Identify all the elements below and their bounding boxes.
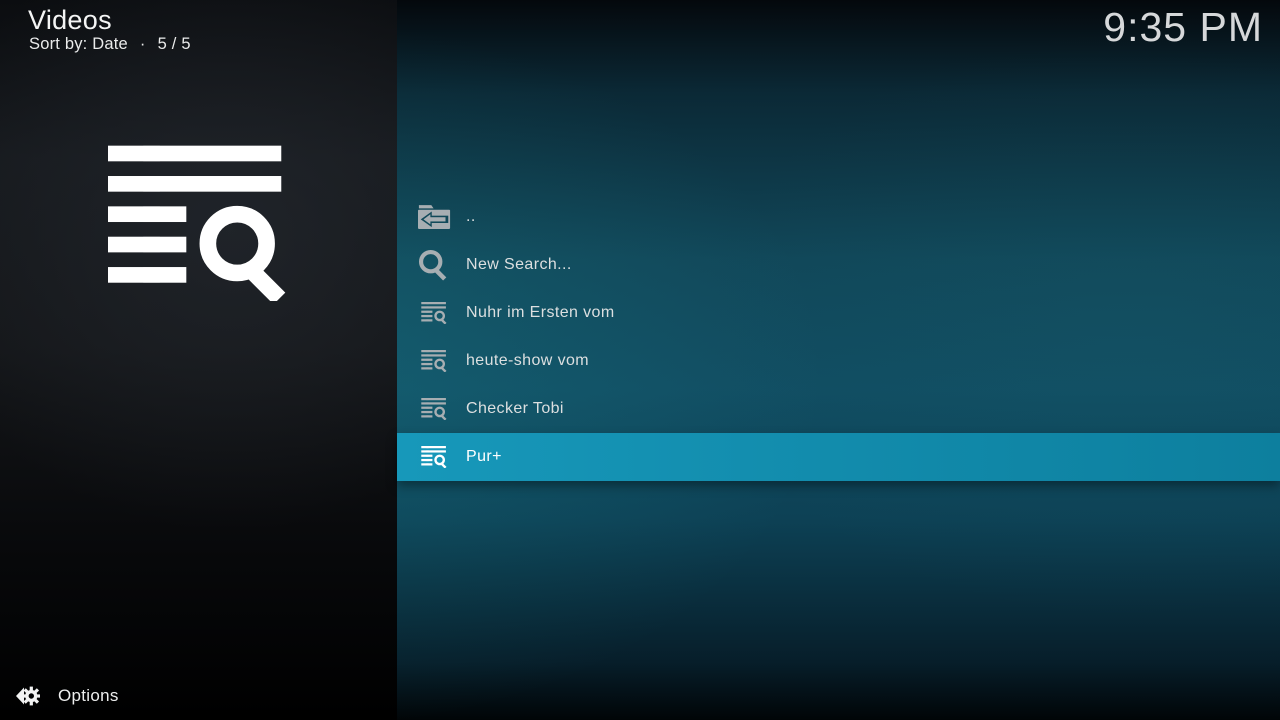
list-item-label: Nuhr im Ersten vom xyxy=(466,304,615,322)
list-item[interactable]: Pur+ xyxy=(397,433,1280,481)
sidebar-panel xyxy=(0,0,397,720)
saved-search-icon xyxy=(411,398,457,420)
list-item-label: Checker Tobi xyxy=(466,400,564,418)
separator-dot: · xyxy=(140,35,146,54)
list-item[interactable]: heute-show vom xyxy=(397,337,1280,385)
list-item[interactable]: Checker Tobi xyxy=(397,385,1280,433)
clock: 9:35 PM xyxy=(1103,3,1263,51)
list-item-label: heute-show vom xyxy=(466,352,589,370)
options-gear-icon xyxy=(14,683,40,709)
list-item-label: New Search... xyxy=(466,256,572,274)
saved-search-icon xyxy=(411,302,457,324)
saved-search-hero-icon xyxy=(108,145,294,301)
saved-search-icon xyxy=(411,350,457,372)
list-item-label: Pur+ xyxy=(466,448,502,466)
file-list: .. New Search... Nuhr im Ersten vom xyxy=(397,193,1280,481)
sort-by-label: Sort by: Date xyxy=(29,35,128,54)
saved-search-icon xyxy=(411,446,457,468)
list-item[interactable]: Nuhr im Ersten vom xyxy=(397,289,1280,337)
options-button[interactable]: Options xyxy=(14,682,119,710)
options-label: Options xyxy=(58,686,119,706)
parent-folder-icon xyxy=(411,205,457,230)
sort-status: Sort by: Date · 5 / 5 xyxy=(29,35,191,54)
list-item[interactable]: New Search... xyxy=(397,241,1280,289)
search-icon xyxy=(411,248,457,282)
position-indicator: 5 / 5 xyxy=(158,35,191,54)
list-item[interactable]: .. xyxy=(397,193,1280,241)
list-item-label: .. xyxy=(466,208,476,226)
page-title: Videos xyxy=(28,4,112,36)
